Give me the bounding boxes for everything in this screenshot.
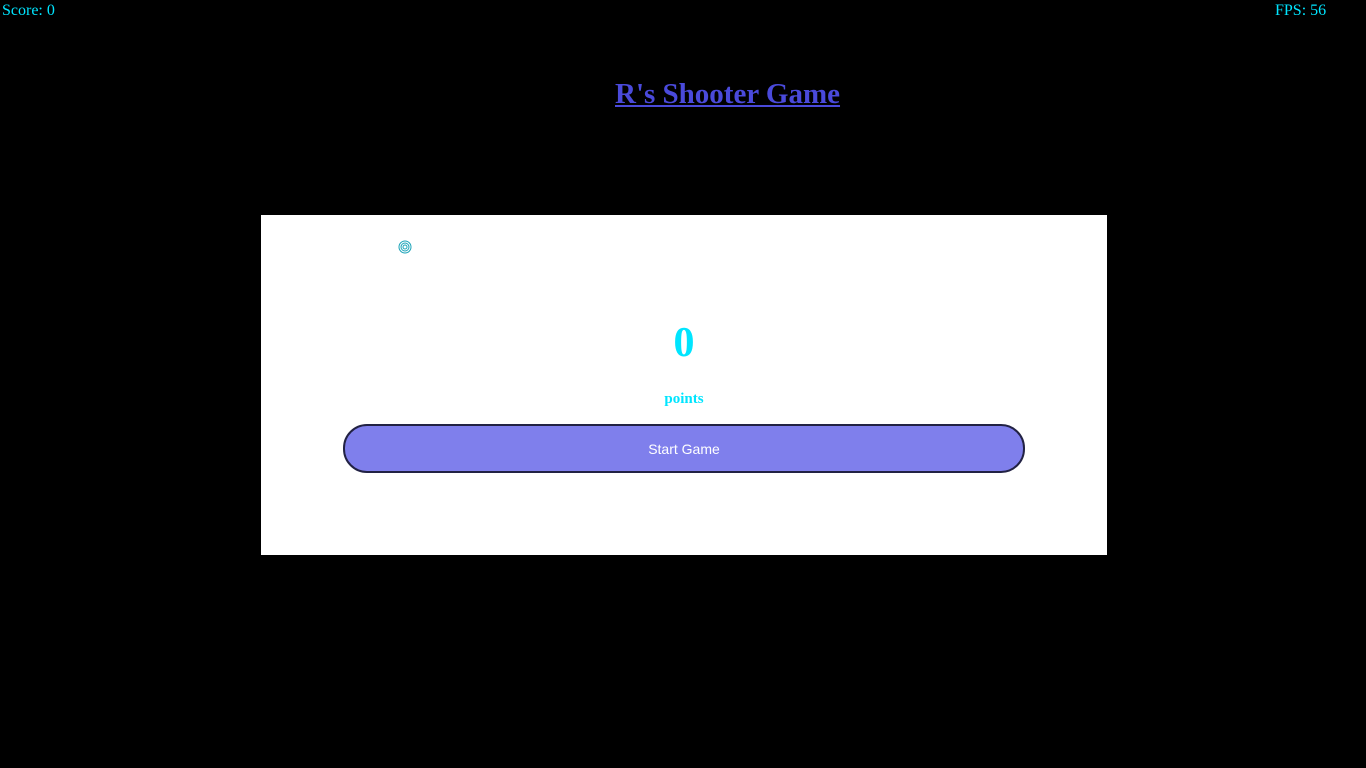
final-score-value: 0 [673, 320, 695, 366]
player-icon [398, 240, 412, 254]
start-menu-panel: 0 points Start Game [261, 215, 1107, 555]
hud-fps: FPS: 56 [1275, 2, 1327, 19]
hud-score: Score: 0 [2, 2, 55, 19]
game-title[interactable]: R's Shooter Game [615, 76, 840, 112]
points-label: points [664, 391, 704, 407]
start-game-button[interactable]: Start Game [343, 424, 1025, 473]
